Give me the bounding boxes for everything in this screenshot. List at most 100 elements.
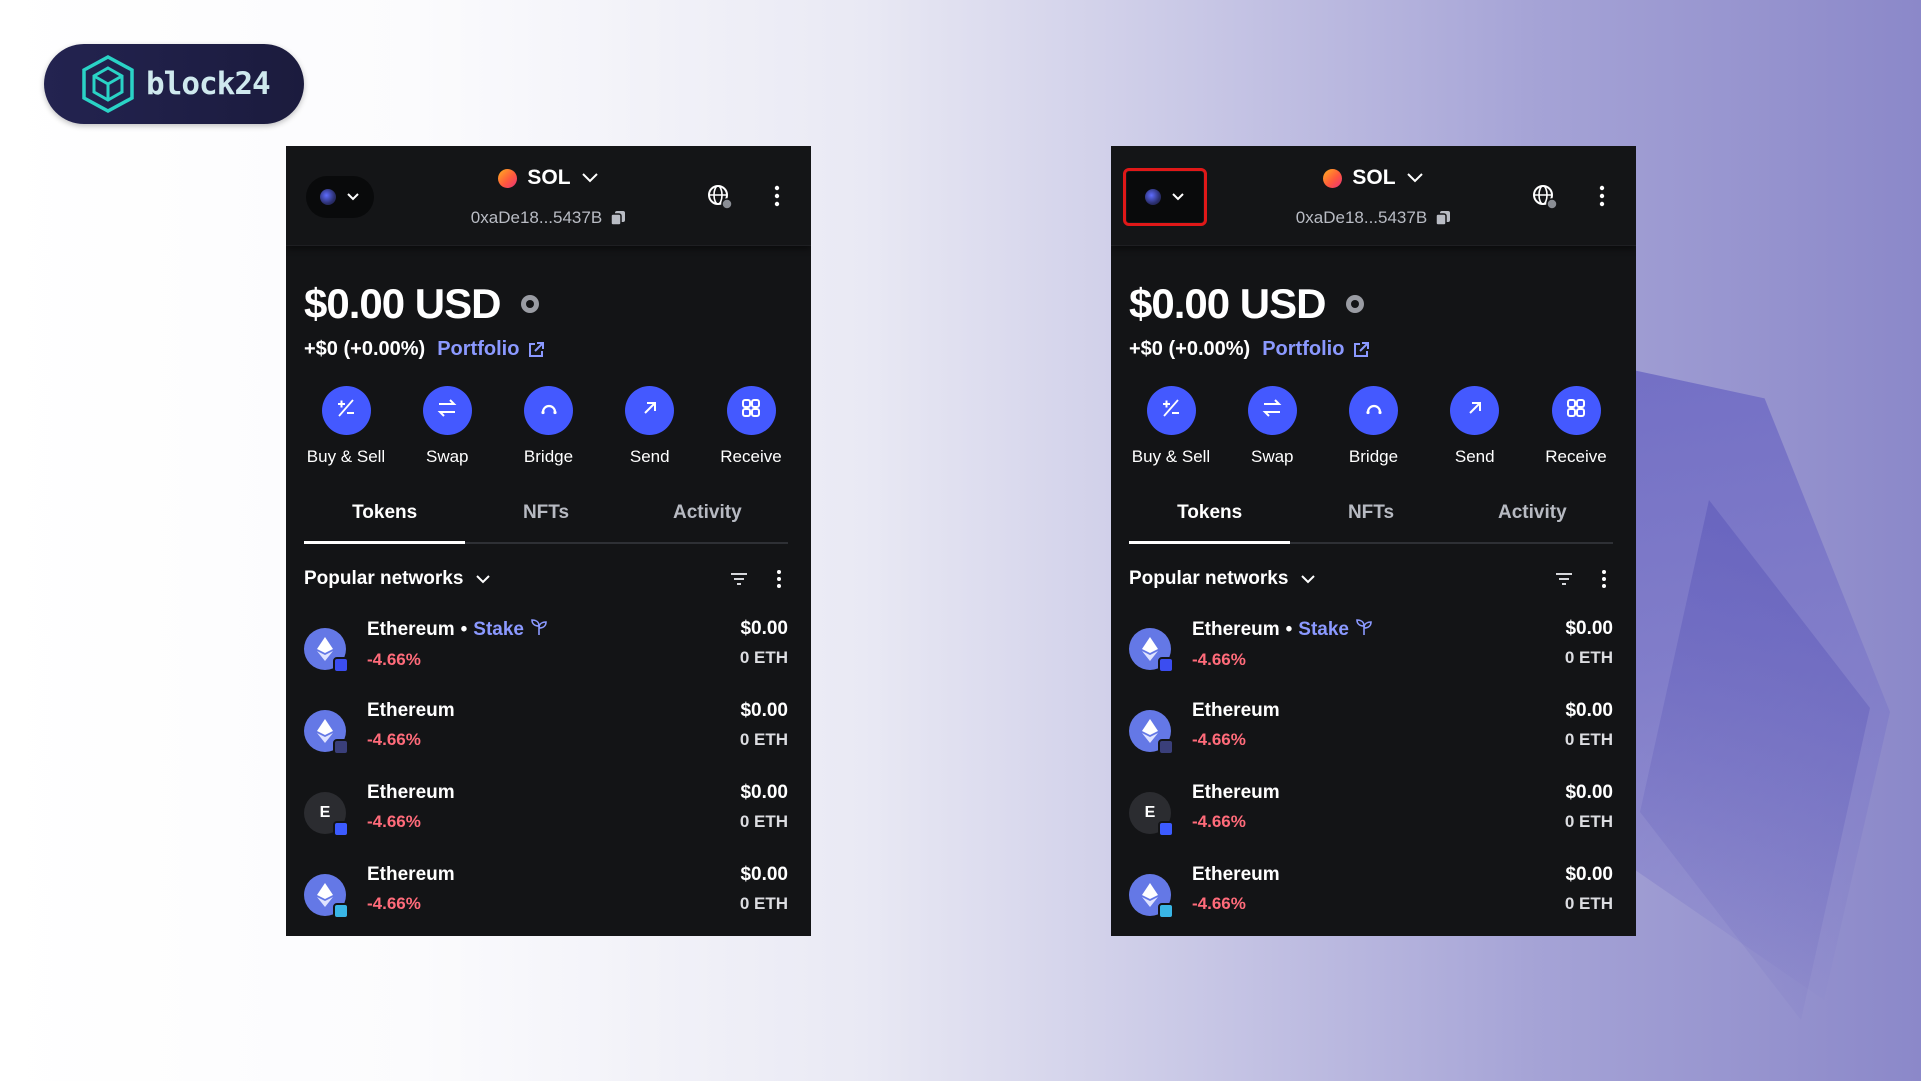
portfolio-label: Portfolio bbox=[437, 338, 520, 360]
token-name-row: Ethereum • Stake bbox=[367, 618, 548, 642]
chevron-down-icon bbox=[1172, 193, 1184, 201]
connected-sites-icon[interactable] bbox=[707, 184, 733, 210]
token-fiat-value: $0.00 bbox=[1565, 864, 1613, 885]
action-button[interactable] bbox=[524, 386, 573, 435]
token-row[interactable]: Ethereum • Stake -4.66% $0.00 0 ETH bbox=[1129, 614, 1613, 696]
action-receive[interactable]: Receive bbox=[703, 386, 799, 467]
action-button[interactable] bbox=[1551, 386, 1601, 435]
plus-minus-icon bbox=[335, 397, 357, 424]
stake-link[interactable]: Stake bbox=[1298, 619, 1349, 641]
balance-change-row: +$0 (+0.00%) Portfolio bbox=[1129, 338, 1370, 361]
action-swap[interactable]: Swap bbox=[399, 386, 495, 467]
action-bridge[interactable]: Bridge bbox=[501, 386, 597, 467]
portfolio-link[interactable]: Portfolio bbox=[1262, 338, 1370, 361]
token-row[interactable]: E Ethereum -4.66% $0.00 0 ETH bbox=[1129, 778, 1613, 860]
action-bridge[interactable]: Bridge bbox=[1326, 386, 1422, 467]
action-button[interactable] bbox=[1450, 386, 1500, 435]
token-amount: 0 ETH bbox=[739, 894, 788, 913]
sprout-icon bbox=[1355, 618, 1373, 642]
cube-logo-icon bbox=[82, 55, 134, 113]
copy-icon[interactable] bbox=[610, 210, 626, 226]
action-send[interactable]: Send bbox=[1427, 386, 1523, 467]
token-balance: $0.00 0 ETH bbox=[740, 618, 788, 668]
address-text: 0xaDe18...5437B bbox=[1295, 208, 1428, 227]
action-button[interactable] bbox=[1349, 386, 1398, 435]
kebab-menu-icon[interactable] bbox=[1601, 569, 1607, 589]
account-avatar bbox=[320, 189, 336, 205]
token-row[interactable]: Ethereum -4.66% $0.00 0 ETH bbox=[1129, 696, 1613, 778]
account-address[interactable]: 0xaDe18...5437B bbox=[286, 208, 811, 228]
connected-sites-icon[interactable] bbox=[1532, 184, 1558, 210]
action-button[interactable] bbox=[321, 386, 371, 435]
token-name-row: Ethereum bbox=[367, 864, 455, 886]
sort-filter-icon[interactable] bbox=[730, 572, 748, 586]
plus-minus-icon bbox=[1160, 397, 1182, 424]
token-amount: 0 ETH bbox=[1564, 894, 1613, 913]
action-button[interactable] bbox=[1146, 386, 1196, 435]
token-price-change: -4.66% bbox=[367, 730, 421, 749]
account-address[interactable]: 0xaDe18...5437B bbox=[1111, 208, 1636, 228]
token-list: Ethereum • Stake -4.66% $0.00 0 ETH Ethereum -4… bbox=[1129, 614, 1613, 936]
wallet-header: SOL 0xaDe18...5437B bbox=[286, 146, 811, 246]
total-balance: $0.00 USD bbox=[1129, 280, 1326, 327]
token-info: Ethereum • Stake -4.66% bbox=[367, 618, 548, 670]
network-filter-row: Popular networks bbox=[1129, 562, 1613, 596]
kebab-menu-icon[interactable] bbox=[1598, 184, 1606, 208]
token-amount: 0 ETH bbox=[1564, 648, 1613, 667]
action-buy-sell[interactable]: Buy & Sell bbox=[1123, 386, 1219, 467]
action-receive[interactable]: Receive bbox=[1528, 386, 1624, 467]
balance-row: $0.00 USD bbox=[1129, 280, 1367, 328]
tab-activity[interactable]: Activity bbox=[627, 494, 788, 542]
network-badge-icon bbox=[1158, 657, 1174, 673]
action-button[interactable] bbox=[422, 386, 472, 435]
tab-tokens[interactable]: Tokens bbox=[1129, 494, 1291, 544]
token-row[interactable]: Ethereum • Stake -4.66% $0.00 0 ETH bbox=[304, 614, 788, 696]
token-name-row: Ethereum bbox=[1192, 700, 1280, 722]
action-label: Bridge bbox=[523, 447, 574, 466]
token-name-row: Ethereum • Stake bbox=[1192, 618, 1373, 642]
action-swap[interactable]: Swap bbox=[1224, 386, 1320, 467]
tab-tokens[interactable]: Tokens bbox=[304, 494, 466, 544]
address-text: 0xaDe18...5437B bbox=[470, 208, 603, 227]
token-row[interactable]: Ethereum -4.66% $0.00 0 ETH bbox=[304, 860, 788, 936]
tab-nfts[interactable]: NFTs bbox=[1290, 494, 1451, 542]
token-balance: $0.00 0 ETH bbox=[1565, 782, 1613, 832]
wallet-panel-left: SOL 0xaDe18...5437B $0.00 USD +$0 (+0.00… bbox=[286, 146, 811, 936]
action-send[interactable]: Send bbox=[602, 386, 698, 467]
token-row[interactable]: Ethereum -4.66% $0.00 0 ETH bbox=[304, 696, 788, 778]
token-fiat-value: $0.00 bbox=[740, 864, 788, 885]
action-label: Swap bbox=[1250, 447, 1294, 466]
token-info: Ethereum -4.66% bbox=[1192, 700, 1280, 750]
token-price-change: -4.66% bbox=[1192, 650, 1246, 669]
portfolio-link[interactable]: Portfolio bbox=[437, 338, 545, 361]
network-filter-dropdown[interactable]: Popular networks bbox=[304, 568, 491, 590]
copy-icon[interactable] bbox=[1435, 210, 1451, 226]
kebab-menu-icon[interactable] bbox=[776, 569, 782, 589]
token-info: Ethereum -4.66% bbox=[367, 782, 455, 832]
network-filter-dropdown[interactable]: Popular networks bbox=[1129, 568, 1316, 590]
token-fiat-value: $0.00 bbox=[740, 618, 788, 639]
tab-nfts[interactable]: NFTs bbox=[465, 494, 626, 542]
token-info: Ethereum -4.66% bbox=[367, 864, 455, 914]
kebab-menu-icon[interactable] bbox=[773, 184, 781, 208]
action-label: Buy & Sell bbox=[1131, 447, 1211, 466]
network-filter-row: Popular networks bbox=[304, 562, 788, 596]
asset-tabs: Tokens NFTs Activity bbox=[304, 494, 788, 544]
action-button[interactable] bbox=[1247, 386, 1297, 435]
token-name-row: Ethereum bbox=[367, 782, 455, 804]
action-button[interactable] bbox=[726, 386, 776, 435]
action-buy-sell[interactable]: Buy & Sell bbox=[298, 386, 394, 467]
token-price-change: -4.66% bbox=[1192, 730, 1246, 749]
qr-grid-icon bbox=[1565, 397, 1587, 424]
stake-link[interactable]: Stake bbox=[473, 619, 524, 641]
eye-icon[interactable] bbox=[1343, 292, 1367, 316]
token-row[interactable]: E Ethereum -4.66% $0.00 0 ETH bbox=[304, 778, 788, 860]
token-row[interactable]: Ethereum -4.66% $0.00 0 ETH bbox=[1129, 860, 1613, 936]
eye-icon[interactable] bbox=[518, 292, 542, 316]
token-list: Ethereum • Stake -4.66% $0.00 0 ETH Ethereum -4… bbox=[304, 614, 788, 936]
sort-filter-icon[interactable] bbox=[1555, 572, 1573, 586]
action-button[interactable] bbox=[625, 386, 675, 435]
action-label: Swap bbox=[425, 447, 469, 466]
tab-activity[interactable]: Activity bbox=[1452, 494, 1613, 542]
brand-name: block24 bbox=[146, 66, 271, 102]
